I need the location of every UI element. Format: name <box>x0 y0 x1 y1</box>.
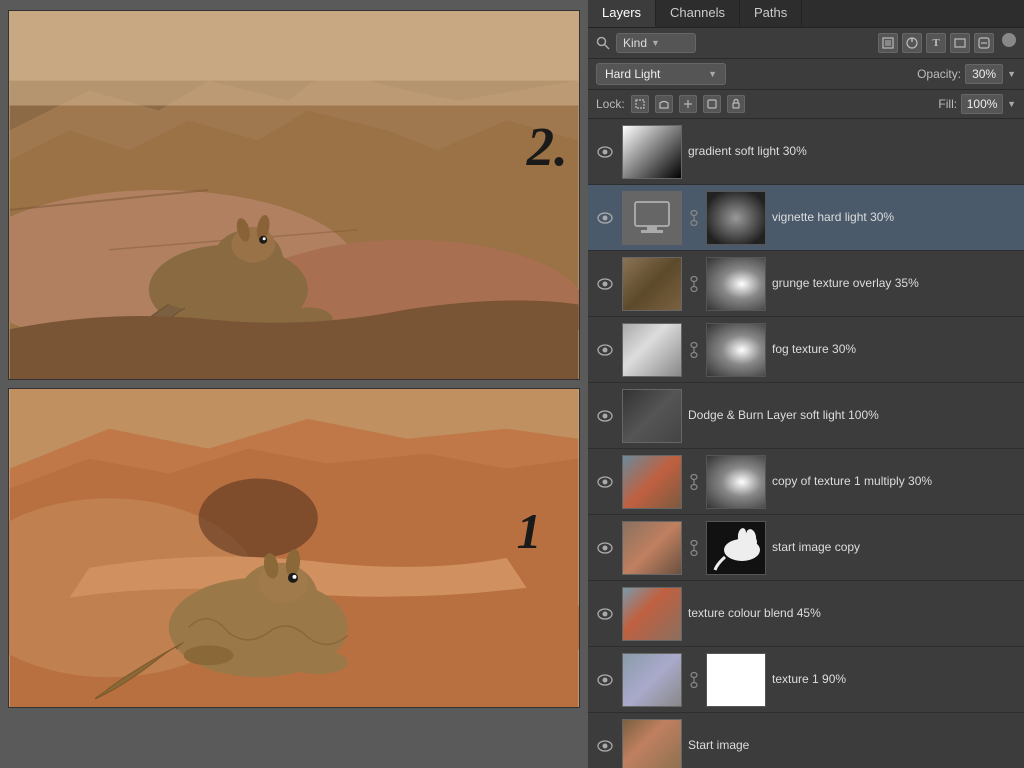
smart-filter-icon[interactable] <box>974 33 994 53</box>
lock-all-icon[interactable] <box>727 95 745 113</box>
layers-panel: Layers Channels Paths Kind ▼ T <box>588 0 1024 768</box>
adjustment-filter-icon[interactable] <box>902 33 922 53</box>
chain-icon <box>688 537 700 559</box>
fill-chevron-icon: ▼ <box>1007 99 1016 109</box>
layer-item[interactable]: gradient soft light 30% <box>588 119 1024 185</box>
layer-item[interactable]: start image copy <box>588 515 1024 581</box>
eye-icon[interactable] <box>594 273 616 295</box>
fill-value[interactable]: 100% <box>961 94 1003 114</box>
layer-thumb <box>622 719 682 768</box>
layer-item[interactable]: grunge texture overlay 35% <box>588 251 1024 317</box>
svg-text:2.: 2. <box>526 116 568 177</box>
opacity-section: Opacity: 30% ▼ <box>917 64 1016 84</box>
mask-thumb <box>706 323 766 377</box>
layer-thumb <box>622 587 682 641</box>
layer-thumb <box>622 125 682 179</box>
layer-thumb <box>622 653 682 707</box>
mask-thumb <box>706 653 766 707</box>
tab-paths[interactable]: Paths <box>740 0 802 27</box>
layer-thumb <box>622 323 682 377</box>
layers-list: gradient soft light 30% <box>588 119 1024 768</box>
eye-icon[interactable] <box>594 141 616 163</box>
eye-icon[interactable] <box>594 339 616 361</box>
eye-icon[interactable] <box>594 471 616 493</box>
tabs-bar: Layers Channels Paths <box>588 0 1024 28</box>
eye-icon[interactable] <box>594 735 616 757</box>
opacity-chevron-icon: ▼ <box>1007 69 1016 79</box>
chain-icon <box>688 207 700 229</box>
layer-thumb <box>622 389 682 443</box>
mask-thumb <box>706 257 766 311</box>
filter-toggle[interactable] <box>1002 33 1016 47</box>
layer-item[interactable]: copy of texture 1 multiply 30% <box>588 449 1024 515</box>
layer-name: gradient soft light 30% <box>688 144 1018 160</box>
layer-name: fog texture 30% <box>772 342 1018 358</box>
eye-icon[interactable] <box>594 405 616 427</box>
blend-chevron-icon: ▼ <box>708 69 717 79</box>
layer-item[interactable]: fog texture 30% <box>588 317 1024 383</box>
blend-bar: Hard Light ▼ Opacity: 30% ▼ <box>588 59 1024 90</box>
eye-icon[interactable] <box>594 603 616 625</box>
canvas-area: 2. <box>0 0 588 768</box>
layer-name: Dodge & Burn Layer soft light 100% <box>688 408 1018 424</box>
filter-bar: Kind ▼ T <box>588 28 1024 59</box>
svg-text:1: 1 <box>517 504 542 559</box>
tab-layers[interactable]: Layers <box>588 0 656 27</box>
chain-icon <box>688 273 700 295</box>
chain-icon <box>688 339 700 361</box>
layer-name: Start image <box>688 738 1018 754</box>
pixel-filter-icon[interactable] <box>878 33 898 53</box>
shape-filter-icon[interactable] <box>950 33 970 53</box>
layer-thumb <box>622 455 682 509</box>
canvas-bottom: 1 <box>8 388 580 708</box>
chain-icon <box>688 669 700 691</box>
lock-image-icon[interactable] <box>655 95 673 113</box>
tab-channels[interactable]: Channels <box>656 0 740 27</box>
layer-name: texture 1 90% <box>772 672 1018 688</box>
fill-section: Fill: 100% ▼ <box>938 94 1016 114</box>
layer-item[interactable]: Start image <box>588 713 1024 768</box>
layer-item[interactable]: Dodge & Burn Layer soft light 100% <box>588 383 1024 449</box>
kind-dropdown[interactable]: Kind ▼ <box>616 33 696 53</box>
eye-icon[interactable] <box>594 537 616 559</box>
layer-name: vignette hard light 30% <box>772 210 1018 226</box>
mask-thumb <box>706 191 766 245</box>
opacity-value[interactable]: 30% <box>965 64 1003 84</box>
layer-name: start image copy <box>772 540 1018 556</box>
layer-name: texture colour blend 45% <box>688 606 1018 622</box>
layer-thumb <box>622 191 682 245</box>
eye-icon[interactable] <box>594 207 616 229</box>
layer-thumb <box>622 257 682 311</box>
layer-thumb <box>622 521 682 575</box>
lock-transparent-icon[interactable] <box>631 95 649 113</box>
layer-name: copy of texture 1 multiply 30% <box>772 474 1018 490</box>
mask-thumb <box>706 455 766 509</box>
search-icon <box>596 36 610 50</box>
lock-position-icon[interactable] <box>679 95 697 113</box>
chain-icon <box>688 471 700 493</box>
mask-thumb <box>706 521 766 575</box>
filter-icons: T <box>878 33 1016 53</box>
layer-name: grunge texture overlay 35% <box>772 276 1018 292</box>
eye-icon[interactable] <box>594 669 616 691</box>
type-filter-icon[interactable]: T <box>926 33 946 53</box>
layer-item[interactable]: texture colour blend 45% <box>588 581 1024 647</box>
layer-item[interactable]: texture 1 90% <box>588 647 1024 713</box>
canvas-top: 2. <box>8 10 580 380</box>
lock-artboard-icon[interactable] <box>703 95 721 113</box>
lock-bar: Lock: Fill: 100% ▼ <box>588 90 1024 119</box>
kind-chevron-icon: ▼ <box>651 38 660 48</box>
layer-item[interactable]: vignette hard light 30% <box>588 185 1024 251</box>
blend-mode-dropdown[interactable]: Hard Light ▼ <box>596 63 726 85</box>
